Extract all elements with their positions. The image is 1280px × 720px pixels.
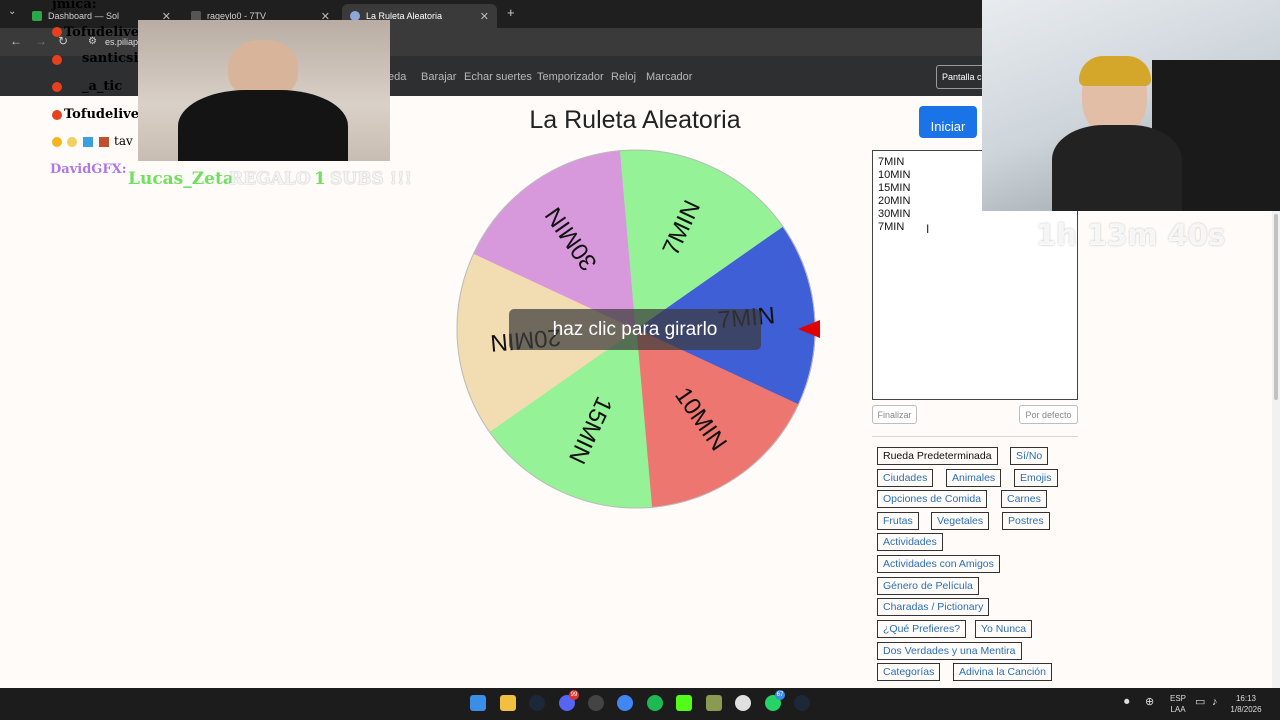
preset-yo-nunca[interactable]: Yo Nunca <box>975 620 1033 638</box>
file-explorer-icon[interactable] <box>500 695 516 711</box>
nav-link-marcador[interactable]: Marcador <box>646 71 692 83</box>
clock-time[interactable]: 16:13 <box>1230 694 1262 704</box>
new-tab-icon[interactable]: + <box>507 5 515 20</box>
preset-carnes[interactable]: Carnes <box>1001 490 1047 508</box>
preset-vegetales[interactable]: Vegetales <box>931 512 990 530</box>
windows-start-icon[interactable] <box>470 695 486 711</box>
chat-username: _a_tic <box>82 79 123 94</box>
badge-icon <box>52 82 62 92</box>
mic-icon[interactable]: ⏺ <box>1124 697 1130 708</box>
preset-adivina-cancion[interactable]: Adivina la Canción <box>953 663 1052 681</box>
preset-ciudades[interactable]: Ciudades <box>877 469 934 487</box>
steam-icon[interactable] <box>529 695 545 711</box>
preset-rueda-predeterminada[interactable]: Rueda Predeterminada <box>877 447 998 465</box>
display-icon[interactable]: ▭ <box>1195 697 1205 708</box>
preset-animales[interactable]: Animales <box>946 469 1002 487</box>
preset-frutas[interactable]: Frutas <box>877 512 919 530</box>
keyboard-layout[interactable]: LAA <box>1166 705 1190 715</box>
network-icon[interactable]: ⊕ <box>1145 697 1154 708</box>
default-button[interactable]: Por defecto <box>1019 405 1078 424</box>
preset-postres[interactable]: Postres <box>1002 512 1050 530</box>
person-body-shape <box>1052 125 1182 211</box>
text-cursor-icon: I <box>926 222 930 236</box>
app-icon[interactable] <box>588 695 604 711</box>
badge-icon <box>52 27 62 37</box>
nav-link-barajar[interactable]: Barajar <box>421 71 456 83</box>
chat-username: Tofudelive <box>64 25 139 40</box>
gift-recipient: Lucas_Zeta <box>128 169 234 189</box>
preset-emojis[interactable]: Emojis <box>1014 469 1058 487</box>
nav-link-echar-suertes[interactable]: Echar suertes <box>464 71 532 83</box>
chat-username: santicsi <box>82 51 139 66</box>
page-title: La Ruleta Aleatoria <box>529 106 741 134</box>
gift-suffix: SUBS !!! <box>330 169 413 189</box>
nav-link-temporizador[interactable]: Temporizador <box>537 71 604 83</box>
badge-icon <box>52 55 62 65</box>
spotify-icon[interactable] <box>647 695 663 711</box>
gift-count: 1 <box>314 169 326 189</box>
chat-username: Tofudelive <box>64 107 139 122</box>
preset-si-no[interactable]: Sí/No <box>1010 447 1049 465</box>
steam-icon[interactable] <box>794 695 810 711</box>
language-indicator[interactable]: ESP <box>1166 694 1190 704</box>
spin-hint[interactable]: haz clic para girarlo <box>509 309 761 350</box>
chrome-icon[interactable] <box>617 695 633 711</box>
clock-date[interactable]: 1/8/2026 <box>1226 705 1266 715</box>
chat-username: jmica: <box>52 0 97 12</box>
person-body-shape <box>178 90 348 161</box>
discord-badge: 99 <box>569 690 579 700</box>
emote-icon <box>83 137 93 147</box>
start-button[interactable]: Iniciar <box>919 106 977 138</box>
preset-opciones-comida[interactable]: Opciones de Comida <box>877 490 988 508</box>
preset-actividades-amigos[interactable]: Actividades con Amigos <box>877 555 1000 573</box>
stream-timer: 1h 13m 40s <box>1036 218 1226 252</box>
preset-dos-verdades[interactable]: Dos Verdades y una Mentira <box>877 642 1022 660</box>
badge-icon <box>52 137 62 147</box>
scrollbar-thumb[interactable] <box>1274 214 1278 400</box>
preset-genero-pelicula[interactable]: Género de Película <box>877 577 979 595</box>
finalize-button[interactable]: Finalizar <box>872 405 917 424</box>
badge-icon <box>52 110 62 120</box>
close-icon[interactable]: ✕ <box>480 10 489 23</box>
video-overlay <box>138 20 390 161</box>
volume-icon[interactable]: ♪ <box>1212 697 1218 708</box>
nav-link-rueda[interactable]: eda <box>388 71 406 83</box>
ccleaner-icon[interactable] <box>735 695 751 711</box>
beanie-shape <box>1079 56 1151 86</box>
preset-actividades[interactable]: Actividades <box>877 533 943 551</box>
gift-username: DavidGFX: <box>50 162 127 177</box>
preset-categorias[interactable]: Categorías <box>877 663 941 681</box>
whatsapp-badge: 67 <box>775 690 785 700</box>
gift-text: REGALO <box>229 169 311 189</box>
divider <box>872 436 1078 437</box>
webcam-overlay <box>982 0 1280 211</box>
emote-icon <box>99 137 109 147</box>
emote-icon <box>67 137 77 147</box>
preset-charadas[interactable]: Charadas / Pictionary <box>877 598 990 616</box>
taskbar: 99 67 ⏺ ⊕ ESP LAA ▭ ♪ 16:13 1/8/2026 <box>0 688 1280 720</box>
chat-username: tav <box>114 134 133 148</box>
kick-icon[interactable] <box>676 695 692 711</box>
preset-que-prefieres[interactable]: ¿Qué Prefieres? <box>877 620 967 638</box>
wheel-pointer-icon <box>798 320 820 338</box>
app-icon[interactable] <box>706 695 722 711</box>
nav-link-reloj[interactable]: Reloj <box>611 71 636 83</box>
